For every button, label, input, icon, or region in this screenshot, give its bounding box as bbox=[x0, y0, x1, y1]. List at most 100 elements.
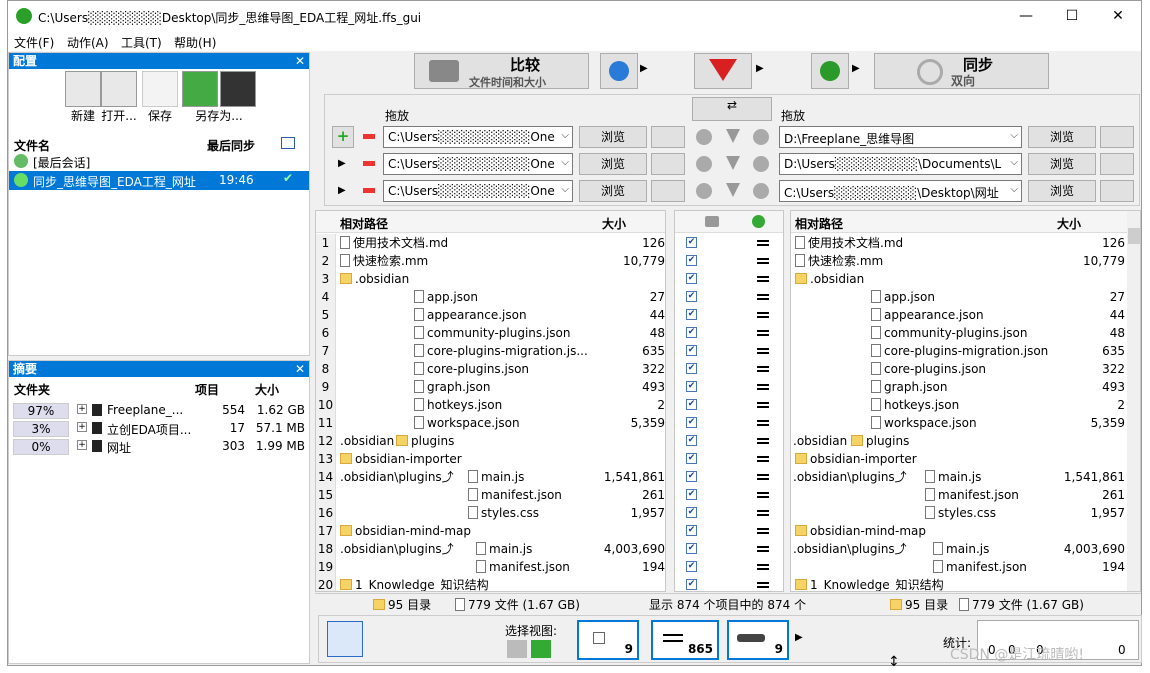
file-item[interactable]: 快速检索.mm bbox=[340, 252, 428, 270]
view-diff-toggle[interactable]: 9 bbox=[727, 620, 789, 660]
folder-item[interactable]: plugins bbox=[851, 432, 909, 450]
left-browse-button[interactable]: 浏览 bbox=[579, 126, 647, 148]
close-icon[interactable]: ✕ bbox=[295, 361, 305, 377]
folder-item[interactable]: obsidian-importer bbox=[795, 450, 917, 468]
table-row[interactable]: 12 .obsidian plugins bbox=[316, 432, 665, 450]
right-browse-button[interactable]: 浏览 bbox=[1028, 153, 1096, 175]
col-relative-path[interactable]: 相对路径 bbox=[340, 215, 388, 232]
table-row[interactable]: obsidian-mind-map bbox=[791, 522, 1127, 540]
table-row[interactable]: workspace.json 5,359 bbox=[791, 414, 1127, 432]
table-row[interactable]: 7 core-plugins-migration.js... 635 bbox=[316, 342, 665, 360]
right-folder-input[interactable]: D:\Users░░░░░░░░░\Documents\L ⌵ bbox=[779, 153, 1022, 175]
table-row[interactable]: .obsidian bbox=[791, 270, 1127, 288]
sync-icon[interactable] bbox=[531, 640, 551, 658]
table-row[interactable]: 17 obsidian-mind-map bbox=[316, 522, 665, 540]
file-item[interactable]: manifest.json bbox=[925, 486, 1019, 504]
include-checkbox[interactable]: ✔ bbox=[686, 543, 697, 554]
file-item[interactable]: core-plugins-migration.json bbox=[871, 342, 1048, 360]
table-row[interactable]: 3 .obsidian bbox=[316, 270, 665, 288]
table-row[interactable]: 13 obsidian-importer bbox=[316, 450, 665, 468]
middle-row[interactable]: ✔ bbox=[675, 450, 783, 468]
open-button[interactable]: 打开... bbox=[99, 71, 139, 124]
folder-item[interactable]: plugins bbox=[396, 432, 454, 450]
sync-button[interactable]: 同步 双向 bbox=[874, 53, 1049, 89]
table-row[interactable]: 9 graph.json 493 bbox=[316, 378, 665, 396]
table-row[interactable]: 快速检索.mm 10,779 bbox=[791, 252, 1127, 270]
table-row[interactable]: manifest.json 261 bbox=[791, 486, 1127, 504]
file-item[interactable]: graph.json bbox=[871, 378, 947, 396]
save-as-button[interactable]: 另存为... bbox=[181, 71, 257, 124]
folder-item[interactable]: obsidian-mind-map bbox=[340, 522, 471, 540]
middle-row[interactable]: ✔ bbox=[675, 252, 783, 270]
include-checkbox[interactable]: ✔ bbox=[686, 507, 697, 518]
file-item[interactable]: 使用技术文档.md bbox=[340, 234, 448, 252]
folder-item[interactable]: .obsidian bbox=[340, 270, 409, 288]
file-item[interactable]: app.json bbox=[871, 288, 935, 306]
file-item[interactable]: main.js bbox=[476, 540, 532, 558]
include-checkbox[interactable]: ✔ bbox=[686, 327, 697, 338]
table-row[interactable]: core-plugins.json 322 bbox=[791, 360, 1127, 378]
middle-row[interactable]: ✔ bbox=[675, 306, 783, 324]
file-item[interactable]: hotkeys.json bbox=[871, 396, 959, 414]
gear-icon[interactable] bbox=[696, 183, 712, 199]
include-checkbox[interactable]: ✔ bbox=[686, 435, 697, 446]
chevron-right-icon[interactable]: ▶ bbox=[756, 63, 764, 74]
file-item[interactable]: manifest.json bbox=[468, 486, 562, 504]
middle-row[interactable]: ✔ bbox=[675, 342, 783, 360]
file-item[interactable]: main.js bbox=[925, 468, 981, 486]
include-checkbox[interactable]: ✔ bbox=[686, 579, 697, 590]
include-checkbox[interactable]: ✔ bbox=[686, 525, 697, 536]
file-item[interactable]: app.json bbox=[414, 288, 478, 306]
chevron-right-icon[interactable]: ▶ bbox=[338, 158, 346, 169]
col-size[interactable]: 大小 bbox=[255, 381, 279, 398]
menu-action[interactable]: 动作(A) bbox=[67, 34, 109, 51]
filter-icon[interactable] bbox=[726, 156, 740, 170]
compare-settings-button[interactable] bbox=[600, 53, 638, 89]
folder-item[interactable]: 1_Knowledge_知识结构 bbox=[340, 576, 489, 591]
table-row[interactable]: 1_Knowledge_知识结构 bbox=[791, 576, 1127, 591]
include-checkbox[interactable]: ✔ bbox=[686, 345, 697, 356]
table-row[interactable]: appearance.json 44 bbox=[791, 306, 1127, 324]
file-item[interactable]: manifest.json bbox=[476, 558, 570, 576]
right-cloud-button[interactable] bbox=[1100, 126, 1134, 148]
file-item[interactable]: manifest.json bbox=[933, 558, 1027, 576]
chevron-right-icon[interactable]: ▶ bbox=[852, 63, 860, 74]
file-item[interactable]: workspace.json bbox=[871, 414, 977, 432]
table-row[interactable]: 14 .obsidian\plugins⤴ main.js 1,541,861 bbox=[316, 468, 665, 486]
right-browse-button[interactable]: 浏览 bbox=[1028, 180, 1096, 202]
gear-icon[interactable] bbox=[753, 156, 769, 172]
right-folder-input[interactable]: D:\Freeplane_思维导图 ⌵ bbox=[779, 126, 1022, 148]
file-item[interactable]: styles.css bbox=[925, 504, 996, 522]
vertical-scrollbar[interactable] bbox=[1127, 211, 1140, 591]
left-folder-input[interactable]: C:\Users░░░░░░░░░░One ⌵ bbox=[383, 153, 573, 175]
folder-item[interactable]: obsidian-mind-map bbox=[795, 522, 926, 540]
middle-row[interactable]: ✔ bbox=[675, 288, 783, 306]
include-checkbox[interactable]: ✔ bbox=[686, 381, 697, 392]
middle-row[interactable]: ✔ bbox=[675, 558, 783, 576]
file-item[interactable]: workspace.json bbox=[414, 414, 520, 432]
table-row[interactable]: graph.json 493 bbox=[791, 378, 1127, 396]
chevron-down-icon[interactable]: ⌵ bbox=[561, 130, 569, 141]
include-checkbox[interactable]: ✔ bbox=[686, 399, 697, 410]
middle-row[interactable]: ✔ bbox=[675, 576, 783, 591]
folder-item[interactable]: .obsidian bbox=[795, 270, 864, 288]
table-row[interactable]: 11 workspace.json 5,359 bbox=[316, 414, 665, 432]
include-checkbox[interactable]: ✔ bbox=[686, 489, 697, 500]
file-item[interactable]: core-plugins.json bbox=[414, 360, 529, 378]
close-button[interactable]: ✕ bbox=[1095, 1, 1141, 31]
col-size[interactable]: 大小 bbox=[1057, 215, 1081, 232]
table-row[interactable]: app.json 27 bbox=[791, 288, 1127, 306]
left-cloud-button[interactable] bbox=[651, 180, 685, 202]
filter-button[interactable] bbox=[694, 53, 752, 89]
chevron-right-icon[interactable]: ▶ bbox=[338, 185, 346, 196]
left-cloud-button[interactable] bbox=[651, 153, 685, 175]
right-folder-input[interactable]: C:\Users░░░░░░░░░\Desktop\网址 ⌵ bbox=[779, 180, 1022, 202]
view-same-toggle[interactable]: 865 bbox=[651, 620, 719, 660]
file-item[interactable]: graph.json bbox=[414, 378, 490, 396]
chevron-down-icon[interactable]: ⌵ bbox=[1010, 157, 1018, 168]
remove-folder-pair-icon[interactable] bbox=[363, 188, 375, 193]
col-folder[interactable]: 文件夹 bbox=[14, 381, 50, 398]
scrollbar-thumb[interactable] bbox=[1128, 228, 1140, 244]
remove-folder-pair-icon[interactable] bbox=[363, 161, 375, 166]
menu-tools[interactable]: 工具(T) bbox=[121, 34, 162, 51]
